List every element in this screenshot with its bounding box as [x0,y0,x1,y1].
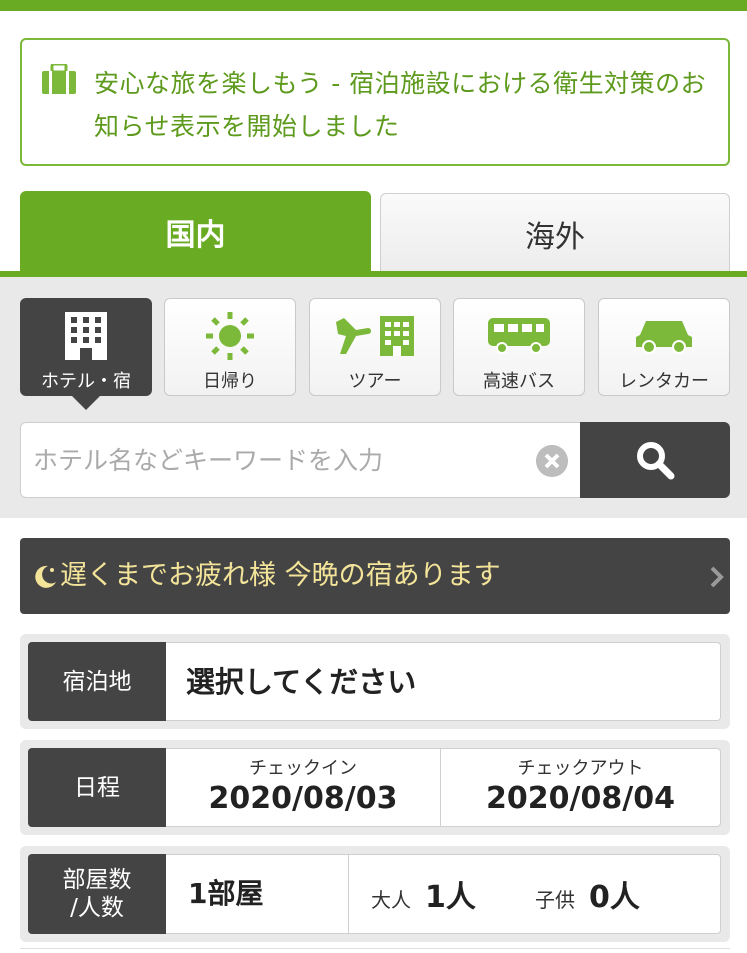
destination-select[interactable]: 選択してください [166,642,721,721]
child-label: 子供 [535,887,575,912]
tab-overseas[interactable]: 海外 [380,193,730,273]
top-accent-bar [0,0,747,11]
category-label: 日帰り [203,371,257,392]
category-label: 高速バス [483,371,555,392]
schedule-fields: チェックイン 2020/08/03 チェックアウト 2020/08/04 [166,748,721,827]
category-tour[interactable]: ツアー [309,298,441,396]
late-night-text: 遅くまでお疲れ様 今晩の宿あります [60,560,501,591]
schedule-label: 日程 [28,748,166,827]
rooms-field[interactable]: 1部屋 [166,855,349,933]
divider [20,948,730,949]
search-button[interactable] [580,422,730,498]
rooms-guests-fields: 1部屋 大人 1人 子供 0人 [166,854,721,934]
checkin-field[interactable]: チェックイン 2020/08/03 [166,749,441,826]
bus-icon [488,318,550,354]
category-hotel[interactable]: ホテル・宿 [20,298,152,396]
suitcase-icon [42,64,76,94]
category-bus[interactable]: 高速バス [453,298,585,396]
chevron-right-icon [710,566,724,588]
rooms-value: 1部屋 [188,877,264,910]
schedule-row: 日程 チェックイン 2020/08/03 チェックアウト 2020/08/04 [20,740,730,835]
adult-count: 大人 1人 [371,855,476,933]
rooms-label-line2: /人数 [70,895,124,921]
checkout-caption: チェックアウト [517,758,644,779]
category-label: ツアー [348,371,402,392]
checkout-field[interactable]: チェックアウト 2020/08/04 [441,749,720,826]
checkin-date: 2020/08/03 [208,781,398,816]
keyword-search-input[interactable] [33,423,533,497]
search-panel: ホテル・宿 日帰り ツアー 高速バス レンタカー ホテル名などキーワードを入力 [0,277,747,518]
clear-icon[interactable] [536,445,568,477]
adult-label: 大人 [371,887,411,912]
notice-text: 安心な旅を楽しもう - 宿泊施設における衛生対策のお知らせ表示を開始しました [94,69,707,141]
rooms-guests-row: 部屋数 /人数 1部屋 大人 1人 子供 0人 [20,846,730,942]
destination-value: 選択してください [186,665,417,699]
car-icon [636,321,692,354]
child-count: 子供 0人 [535,855,640,933]
hygiene-notice-link[interactable]: 安心な旅を楽しもう - 宿泊施設における衛生対策のお知らせ表示を開始しました [20,38,730,166]
child-value: 0人 [589,880,640,915]
late-night-banner[interactable]: 遅くまでお疲れ様 今晩の宿あります [20,538,730,614]
region-tabs: 国内 海外 [0,191,747,275]
keyword-box [20,422,581,498]
category-label: ホテル・宿 [41,371,131,392]
tab-domestic[interactable]: 国内 [20,191,371,273]
plane-building-icon [336,316,414,356]
destination-label: 宿泊地 [28,642,166,721]
guests-field[interactable]: 大人 1人 子供 0人 [349,855,719,933]
building-icon [65,312,107,360]
moon-icon [35,565,56,588]
category-label: レンタカー [619,371,709,392]
sun-icon [206,312,254,360]
active-category-pointer [72,396,100,410]
category-rentacar[interactable]: レンタカー [598,298,730,396]
checkin-caption: チェックイン [249,758,357,779]
destination-row: 宿泊地 選択してください [20,634,730,729]
rooms-label-line1: 部屋数 [62,867,132,893]
search-icon [637,442,675,480]
category-daytrip[interactable]: 日帰り [164,298,296,396]
checkout-date: 2020/08/04 [486,781,675,816]
rooms-guests-label: 部屋数 /人数 [28,854,166,934]
adult-value: 1人 [425,880,476,915]
